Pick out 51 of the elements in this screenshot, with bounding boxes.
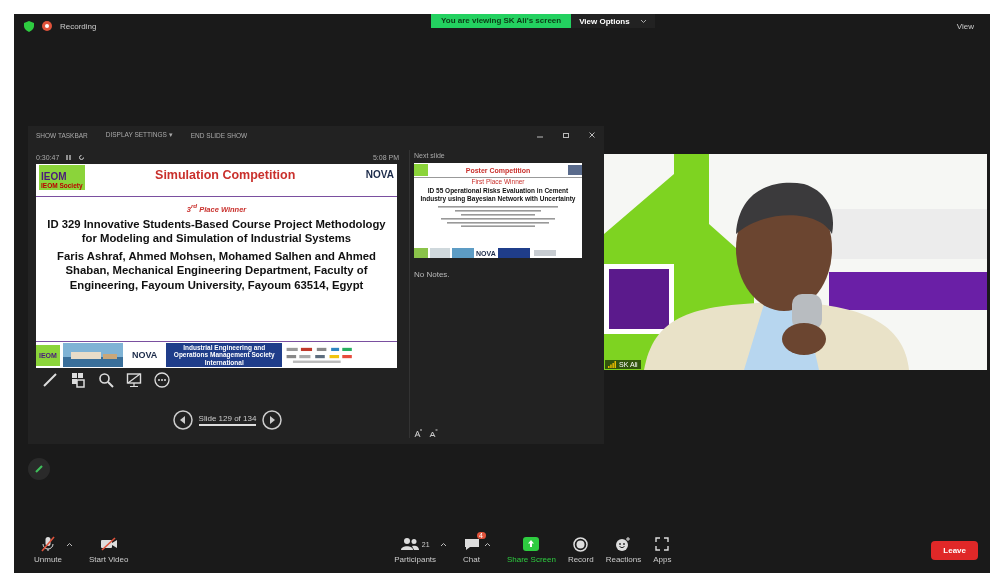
restore-icon[interactable] xyxy=(562,131,570,139)
signal-icon xyxy=(608,360,616,368)
font-size-down-icon[interactable] xyxy=(429,429,438,438)
toolbar-button[interactable]: Apps xyxy=(647,536,678,564)
thumb-banner-drawing xyxy=(497,248,558,258)
leave-button[interactable]: Leave xyxy=(931,540,978,560)
previous-slide-icon[interactable] xyxy=(172,410,193,430)
record-icon xyxy=(573,536,589,552)
partner-logo: NOVA xyxy=(365,169,394,180)
participants-icon xyxy=(400,537,419,551)
slides-grid-icon[interactable] xyxy=(70,372,86,388)
slide-authors: Faris Ashraf, Ahmed Mohsen, Mohamed Salhen and Ahmed Shaban, Mechanical Engineering Department, Faculty of Engineering, Fayoum University, Fayoum 63514, Egypt xyxy=(56,248,377,292)
chat-icon xyxy=(463,537,480,551)
smiley-icon xyxy=(615,536,632,552)
font-size-up-icon[interactable] xyxy=(414,429,423,438)
caret-icon[interactable] xyxy=(66,541,73,547)
muted-microphone-icon xyxy=(40,536,56,552)
view-options-button[interactable]: View Options xyxy=(571,14,655,28)
view-button[interactable]: View xyxy=(950,20,980,32)
notes-text: No Notes. xyxy=(414,270,451,279)
search-icon[interactable] xyxy=(98,372,114,388)
toolbar-button[interactable]: Unmute xyxy=(28,536,68,564)
recording-icon xyxy=(42,21,52,31)
caret-icon[interactable] xyxy=(483,541,491,547)
reset-icon[interactable] xyxy=(78,153,86,161)
apps-icon xyxy=(655,537,670,551)
caret-icon xyxy=(639,18,647,24)
footer-partner-logo: NOVA xyxy=(130,350,159,360)
monitor-icon[interactable] xyxy=(126,372,142,388)
pause-icon[interactable] xyxy=(65,153,73,161)
toolbar-button[interactable]: Share Screen xyxy=(500,536,562,564)
toolbar-button[interactable]: Record xyxy=(561,536,600,564)
more-icon[interactable] xyxy=(154,372,170,388)
close-icon[interactable] xyxy=(588,131,596,139)
pen-icon[interactable] xyxy=(42,372,58,388)
pencil-icon xyxy=(34,464,44,474)
slide-counter[interactable]: Slide 129 of 134 xyxy=(198,414,257,426)
toolbar-button[interactable]: Start Video xyxy=(83,536,135,564)
viewing-banner: You are viewing SK Ali's screen xyxy=(431,14,572,28)
slide-title: Simulation Competition xyxy=(155,168,296,182)
toolbar-button[interactable]: Reactions xyxy=(599,536,648,564)
thumb-footer-drawing xyxy=(414,248,474,258)
logo: IEOM xyxy=(41,171,68,182)
video-off-icon xyxy=(99,537,118,551)
share-screen-icon xyxy=(523,537,540,551)
next-slide-icon[interactable] xyxy=(262,410,283,430)
recording-label: Recording xyxy=(60,21,97,31)
shield-icon[interactable] xyxy=(24,20,34,32)
caret-icon[interactable] xyxy=(440,541,448,547)
annotate-button[interactable] xyxy=(28,458,50,480)
slide-heading: ID 329 Innovative Students-Based Course Project Methodology for Modeling and Simulation of Industrial Systems xyxy=(46,216,387,246)
